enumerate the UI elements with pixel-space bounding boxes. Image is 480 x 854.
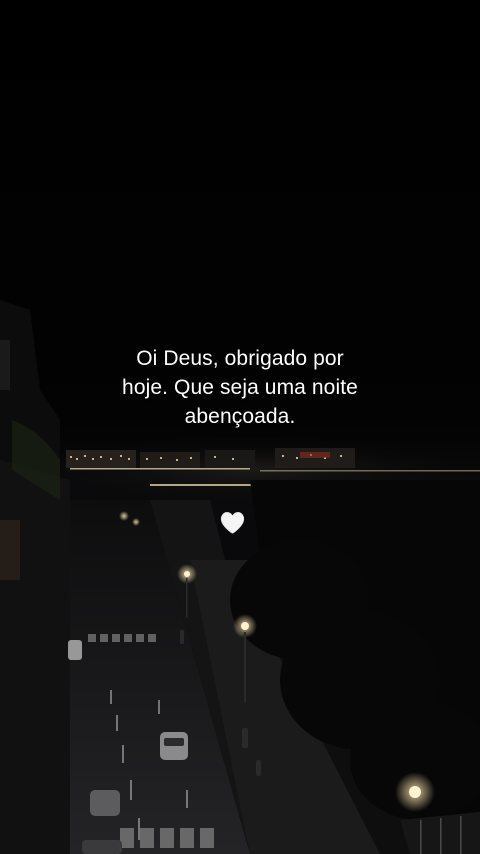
- caption-line-1: Oi Deus, obrigado por: [136, 347, 344, 370]
- caption-line-3: abençoada.: [184, 405, 296, 428]
- caption-text: Oi Deus, obrigado por hoje. Que seja uma…: [0, 344, 480, 431]
- white-heart-icon: [220, 512, 245, 534]
- caption-line-2: hoje. Que seja uma noite: [122, 376, 358, 399]
